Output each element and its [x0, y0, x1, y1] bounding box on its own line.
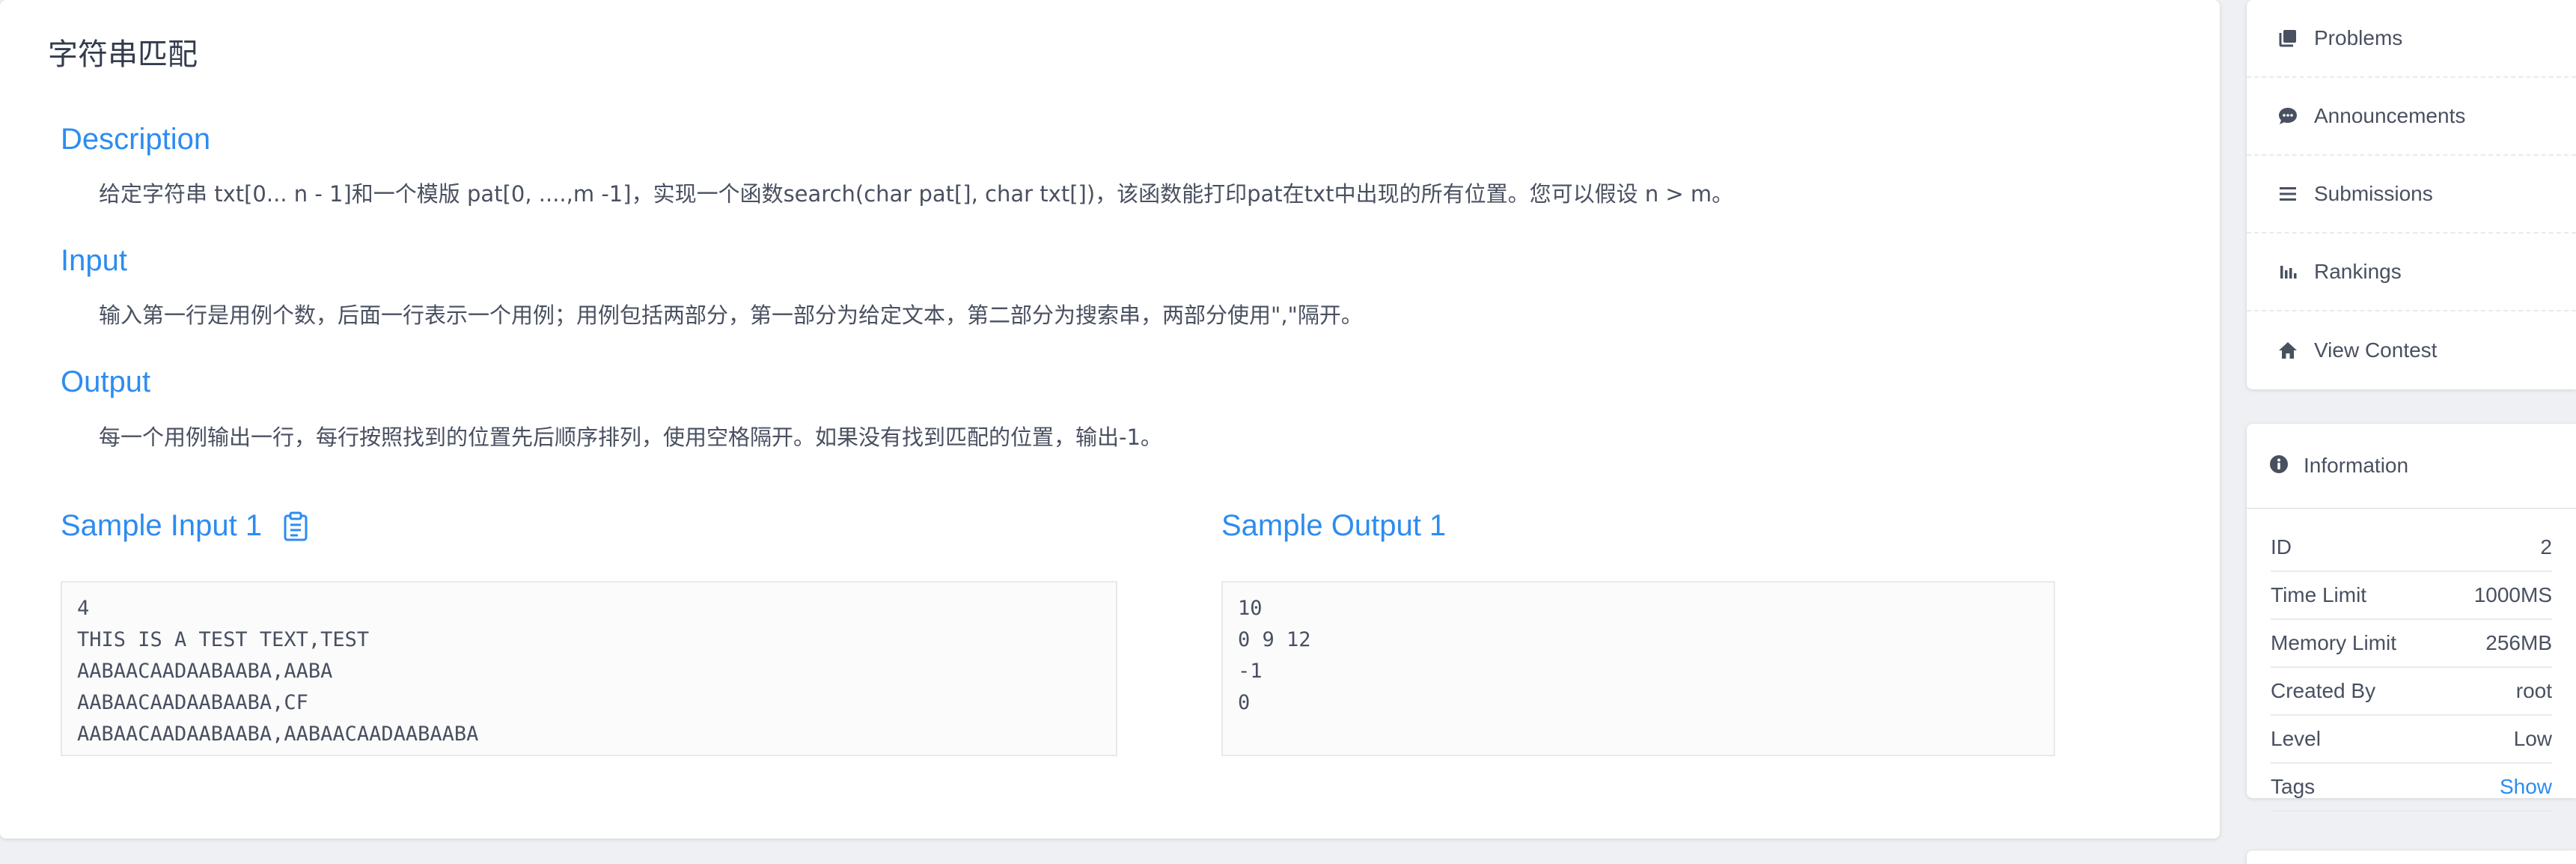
description-text: 给定字符串 txt[0... n - 1]和一个模版 pat[0, ....,m…	[99, 181, 1734, 207]
menu-item-label: Submissions	[2314, 182, 2433, 205]
home-icon	[2277, 339, 2299, 362]
chat-bubble-icon	[2277, 105, 2299, 127]
input-text: 输入第一行是用例个数，后面一行表示一个用例；用例包括两部分，第一部分为给定文本，…	[99, 302, 1363, 328]
menu-item-problems[interactable]: Problems	[2247, 0, 2576, 78]
info-row-tags: Tags Show	[2271, 764, 2552, 812]
menu-item-label: Announcements	[2314, 104, 2466, 127]
sample-output-box[interactable]: 10 0 9 12 -1 0	[1221, 581, 2055, 756]
info-label: Memory Limit	[2271, 631, 2397, 654]
problem-title: 字符串匹配	[48, 37, 198, 72]
list-icon	[2277, 183, 2299, 205]
info-value: 2	[2540, 535, 2552, 559]
sample-input-label: Sample Input 1	[61, 509, 263, 542]
sample-input-box[interactable]: 4 THIS IS A TEST TEXT,TEST AABAACAADAABA…	[61, 581, 1117, 756]
info-row-time-limit: Time Limit 1000MS	[2271, 572, 2552, 620]
info-row-memory-limit: Memory Limit 256MB	[2271, 620, 2552, 668]
info-value: 1000MS	[2473, 583, 2552, 606]
description-heading: Description	[61, 123, 211, 156]
info-circle-icon	[2269, 454, 2289, 478]
info-row-level: Level Low	[2271, 716, 2552, 764]
problems-icon	[2277, 27, 2299, 49]
info-value: 256MB	[2485, 631, 2552, 654]
info-value: Low	[2513, 727, 2552, 750]
info-label: Time Limit	[2271, 583, 2367, 606]
info-label: Level	[2271, 727, 2321, 750]
contest-menu: Problems Announcements Submissions Ranki…	[2247, 0, 2576, 389]
menu-item-label: View Contest	[2314, 338, 2438, 362]
input-heading: Input	[61, 244, 127, 277]
info-label: Tags	[2271, 775, 2316, 798]
page: 字符串匹配 Description 给定字符串 txt[0... n - 1]和…	[0, 0, 2576, 864]
bar-chart-icon	[2277, 261, 2299, 283]
sample-output-label: Sample Output 1	[1221, 509, 1447, 542]
info-row-id: ID 2	[2271, 524, 2552, 572]
problem-card: 字符串匹配 Description 给定字符串 txt[0... n - 1]和…	[0, 0, 2220, 839]
information-divider	[2247, 508, 2576, 509]
clipboard-icon[interactable]	[283, 511, 308, 541]
information-card: Information ID 2 Time Limit 1000MS Memor…	[2247, 424, 2576, 812]
menu-item-label: Rankings	[2314, 260, 2402, 283]
menu-item-announcements[interactable]: Announcements	[2247, 78, 2576, 156]
info-label: Created By	[2271, 679, 2376, 702]
show-tags-link[interactable]: Show	[2500, 775, 2552, 799]
information-header: Information	[2269, 443, 2408, 488]
menu-item-rankings[interactable]: Rankings	[2247, 234, 2576, 311]
menu-item-submissions[interactable]: Submissions	[2247, 156, 2576, 234]
output-heading: Output	[61, 365, 151, 398]
sample-output-heading: Sample Output 1	[1221, 509, 1446, 543]
menu-item-label: Problems	[2314, 26, 2403, 49]
sample-input-heading: Sample Input 1	[61, 509, 308, 543]
information-heading: Information	[2304, 454, 2409, 477]
info-label: ID	[2271, 535, 2292, 559]
next-card-edge	[2247, 851, 2576, 864]
menu-item-view-contest[interactable]: View Contest	[2247, 311, 2576, 389]
output-text: 每一个用例输出一行，每行按照找到的位置先后顺序排列，使用空格隔开。如果没有找到匹…	[99, 425, 1162, 450]
info-value: root	[2515, 679, 2552, 702]
info-row-created-by: Created By root	[2271, 668, 2552, 716]
